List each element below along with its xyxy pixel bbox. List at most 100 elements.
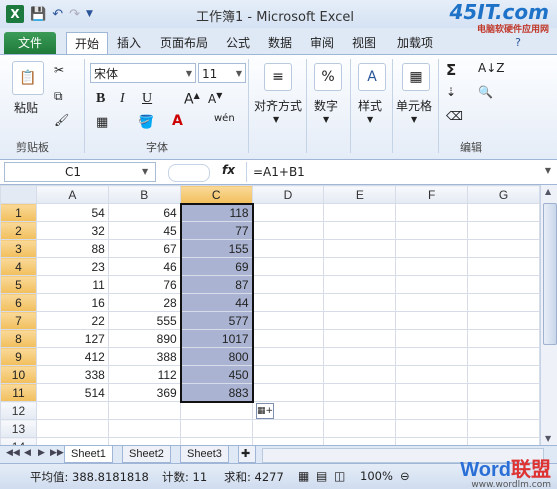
cell-empty[interactable] [395, 329, 469, 348]
tab-data[interactable]: 数据 [264, 32, 296, 54]
cell-empty[interactable] [467, 257, 540, 276]
cell-empty[interactable] [395, 383, 469, 402]
row-header[interactable]: 9 [0, 347, 37, 366]
cell-empty[interactable] [467, 347, 540, 366]
cell-empty[interactable] [323, 329, 397, 348]
cell-empty[interactable] [467, 203, 540, 222]
row-header[interactable]: 1 [0, 203, 37, 222]
cell-a[interactable] [35, 437, 109, 445]
cell-empty[interactable] [467, 437, 540, 445]
insert-sheet-icon[interactable]: ✚ [238, 446, 256, 463]
row-header[interactable]: 7 [0, 311, 37, 330]
clear-icon[interactable]: ⌫ [446, 109, 463, 123]
row-header[interactable]: 6 [0, 293, 37, 312]
chevron-down-icon[interactable]: ▼ [273, 115, 279, 124]
cell-b[interactable]: 555 [107, 311, 181, 330]
cell-empty[interactable] [467, 221, 540, 240]
cell-c[interactable] [179, 401, 253, 420]
first-sheet-icon[interactable]: ◀◀ [6, 448, 20, 458]
sort-filter-icon[interactable]: A↓Z [478, 61, 504, 75]
cell-empty[interactable] [467, 311, 540, 330]
page-layout-view-icon[interactable]: ▤ [316, 469, 327, 483]
page-break-view-icon[interactable]: ◫ [334, 469, 345, 483]
cells-icon[interactable]: ▦ [402, 63, 430, 91]
cell-c[interactable]: 577 [179, 311, 253, 330]
row-header[interactable]: 10 [0, 365, 37, 384]
italic-button[interactable]: I [120, 91, 125, 107]
column-header[interactable]: B [107, 185, 181, 204]
cell-empty[interactable] [467, 383, 540, 402]
column-header[interactable]: G [467, 185, 540, 204]
column-header-selected[interactable]: C [179, 185, 253, 204]
cell-empty[interactable] [251, 275, 325, 294]
cell-a[interactable]: 412 [35, 347, 109, 366]
row-header[interactable]: 4 [0, 257, 37, 276]
cut-icon[interactable]: ✂ [54, 63, 64, 77]
paste-icon[interactable]: 📋 [12, 61, 44, 95]
normal-view-icon[interactable]: ▦ [298, 469, 309, 483]
cell-b[interactable]: 46 [107, 257, 181, 276]
expand-formula-bar-icon[interactable]: ▼ [545, 166, 551, 175]
grow-font-button[interactable]: A▲ [184, 91, 200, 108]
tab-review[interactable]: 审阅 [306, 32, 338, 54]
row-header[interactable]: 3 [0, 239, 37, 258]
sheet-tab-3[interactable]: Sheet3 [180, 446, 229, 463]
cell-b[interactable] [107, 401, 181, 420]
cell-empty[interactable] [467, 401, 540, 420]
cell-c[interactable]: 69 [179, 257, 253, 276]
scroll-down-icon[interactable]: ▼ [545, 434, 551, 443]
save-icon[interactable]: 💾 [30, 7, 46, 22]
cell-empty[interactable] [395, 257, 469, 276]
cell-c[interactable]: 44 [179, 293, 253, 312]
cell-empty[interactable] [395, 347, 469, 366]
cell-empty[interactable] [395, 239, 469, 258]
cell-b[interactable]: 67 [107, 239, 181, 258]
zoom-level[interactable]: 100% [360, 469, 393, 483]
undo-icon[interactable]: ↶ [52, 7, 63, 22]
cell-a[interactable]: 514 [35, 383, 109, 402]
cell-empty[interactable] [323, 257, 397, 276]
alignment-button[interactable]: 对齐方式 [254, 97, 302, 114]
cell-c[interactable]: 450 [179, 365, 253, 384]
cell-empty[interactable] [395, 437, 469, 445]
tab-insert[interactable]: 插入 [114, 32, 144, 54]
cell-empty[interactable] [323, 401, 397, 420]
cell-empty[interactable] [323, 383, 397, 402]
cell-b[interactable]: 890 [107, 329, 181, 348]
cell-empty[interactable] [395, 221, 469, 240]
sheet-tab-2[interactable]: Sheet2 [122, 446, 171, 463]
prev-sheet-icon[interactable]: ◀ [24, 448, 31, 458]
row-header[interactable]: 12 [0, 401, 37, 420]
row-header[interactable]: 2 [0, 221, 37, 240]
cell-empty[interactable] [467, 293, 540, 312]
cell-a[interactable]: 11 [35, 275, 109, 294]
cell-c[interactable]: 87 [179, 275, 253, 294]
formula-input[interactable]: =A1+B1 [246, 162, 543, 182]
cell-empty[interactable] [251, 203, 325, 222]
cell-b[interactable]: 64 [107, 203, 181, 222]
cell-a[interactable]: 88 [35, 239, 109, 258]
cell-empty[interactable] [395, 419, 469, 438]
number-button[interactable]: 数字 [314, 97, 338, 114]
cell-b[interactable] [107, 419, 181, 438]
cell-c[interactable]: 77 [179, 221, 253, 240]
cell-empty[interactable] [395, 401, 469, 420]
cell-a[interactable]: 16 [35, 293, 109, 312]
chevron-down-icon[interactable]: ▼ [411, 115, 417, 124]
cell-a[interactable] [35, 419, 109, 438]
fill-color-icon[interactable]: 🪣 [138, 115, 154, 130]
paste-button[interactable]: 粘贴 [14, 99, 38, 116]
cell-empty[interactable] [251, 383, 325, 402]
cell-c[interactable]: 800 [179, 347, 253, 366]
name-box[interactable]: C1 [4, 162, 156, 182]
cell-c[interactable] [179, 419, 253, 438]
select-all-corner[interactable] [0, 185, 37, 204]
column-header[interactable]: E [323, 185, 397, 204]
cell-b[interactable]: 369 [107, 383, 181, 402]
tab-addins[interactable]: 加载项 [392, 32, 438, 54]
cell-empty[interactable] [251, 329, 325, 348]
cell-empty[interactable] [323, 365, 397, 384]
zoom-out-icon[interactable]: ⊖ [400, 469, 410, 483]
cell-empty[interactable] [395, 365, 469, 384]
cell-empty[interactable] [395, 293, 469, 312]
